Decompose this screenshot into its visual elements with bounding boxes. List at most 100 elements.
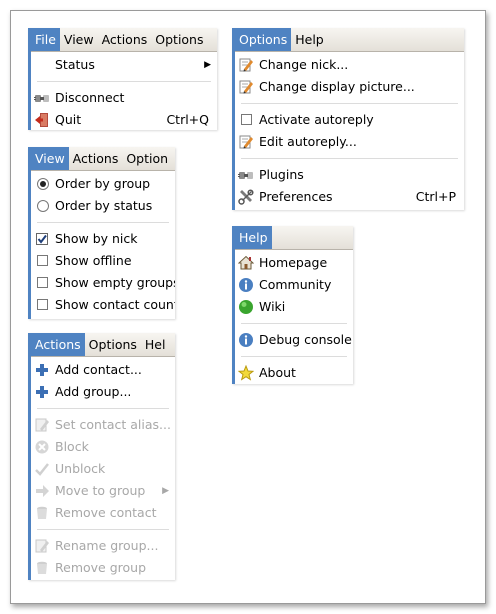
menu-item-disconnect[interactable]: Disconnect [31, 87, 217, 109]
quit-icon [34, 112, 50, 128]
menu-item-label: Plugins [259, 167, 304, 182]
menu-item-label: Order by status [55, 198, 153, 213]
menu-item-label: Move to group [55, 483, 146, 498]
checkbox[interactable] [37, 255, 48, 266]
menu-item-label: Status [55, 57, 95, 72]
menubar: Options Help [235, 28, 464, 52]
menubar-options[interactable]: Option [122, 147, 172, 170]
menu-item-move-to-group[interactable]: Move to group ▶ [31, 480, 175, 502]
menubar-actions[interactable]: Actions [69, 147, 123, 170]
trash-icon [34, 560, 50, 576]
menu-item-activate-autoreply[interactable]: Activate autoreply [235, 109, 464, 131]
menu-item-add-group[interactable]: Add group... [31, 381, 175, 403]
submenu-arrow-icon: ▶ [162, 486, 169, 496]
menu-item-label: Preferences [259, 189, 333, 204]
menu-item-show-offline[interactable]: Show offline [31, 250, 175, 272]
menubar-actions[interactable]: Actions [31, 333, 85, 356]
tools-icon [238, 189, 254, 205]
radio-unselected[interactable] [37, 200, 49, 212]
menubar: Actions Options Hel [31, 333, 175, 357]
menu-item-order-by-status[interactable]: Order by status [31, 195, 175, 217]
menu-item-label: Add contact... [55, 362, 142, 377]
menu-item-wiki[interactable]: Wiki [235, 296, 353, 318]
menu-item-order-by-group[interactable]: Order by group [31, 173, 175, 195]
plugin-icon [238, 167, 254, 183]
menubar: Help [235, 226, 353, 250]
menu-item-show-contact-count[interactable]: Show contact count [31, 294, 175, 316]
checked-checkbox-icon[interactable] [34, 231, 50, 247]
menu-item-label: About [259, 365, 296, 380]
menu-item-unblock[interactable]: Unblock [31, 458, 175, 480]
menu-item-show-empty-groups[interactable]: Show empty groups [31, 272, 175, 294]
submenu-arrow-icon: ▶ [204, 60, 211, 70]
checkbox[interactable] [37, 299, 48, 310]
menu-item-change-display-picture[interactable]: Change display picture... [235, 76, 464, 98]
menubar-actions[interactable]: Actions [98, 28, 152, 51]
menubar-options[interactable]: Options [151, 28, 207, 51]
shortcut-label: Ctrl+P [415, 189, 456, 204]
green-circle-icon [238, 299, 254, 315]
menubar: File View Actions Options [31, 28, 217, 52]
menu-item-remove-contact[interactable]: Remove contact [31, 502, 175, 524]
menu-item-label: Block [55, 439, 89, 454]
menu-item-label: Order by group [55, 176, 151, 191]
menu-item-label: Wiki [259, 299, 286, 314]
menubar-help[interactable]: Hel [141, 333, 170, 356]
home-icon [238, 255, 254, 271]
help-menu: Help Homepage Community Wiki Debug conso… [232, 226, 353, 384]
menubar-view[interactable]: View [31, 147, 69, 170]
menubar-file[interactable]: File [31, 28, 60, 51]
separator [241, 158, 458, 159]
menu-item-show-by-nick[interactable]: Show by nick [31, 228, 175, 250]
menu-item-status[interactable]: Status ▶ [31, 54, 217, 76]
menubar-help[interactable]: Help [291, 28, 328, 51]
menu-item-change-nick[interactable]: Change nick... [235, 54, 464, 76]
disconnect-icon [34, 90, 50, 106]
menu-item-homepage[interactable]: Homepage [235, 252, 353, 274]
menubar-view[interactable]: View [60, 28, 98, 51]
checkbox[interactable] [241, 114, 252, 125]
separator [37, 408, 169, 409]
menu-item-add-contact[interactable]: Add contact... [31, 359, 175, 381]
block-icon [34, 439, 50, 455]
move-arrow-icon [34, 483, 50, 499]
menubar-options[interactable]: Options [85, 333, 141, 356]
menu-item-label: Edit autoreply... [259, 134, 357, 149]
menu-item-block[interactable]: Block [31, 436, 175, 458]
edit-icon [238, 57, 254, 73]
separator [241, 323, 347, 324]
menu-item-quit[interactable]: Quit Ctrl+Q [31, 109, 217, 130]
menubar-help[interactable]: Help [235, 226, 272, 249]
file-menu: File View Actions Options Status ▶ Disco… [28, 28, 217, 130]
menu-item-label: Unblock [55, 461, 106, 476]
menu-item-label: Remove contact [55, 505, 157, 520]
menu-item-label: Set contact alias... [55, 417, 171, 432]
checkbox[interactable] [37, 277, 48, 288]
options-menu: Options Help Change nick... Change displ… [232, 28, 464, 210]
separator [241, 356, 347, 357]
menu-item-label: Community [259, 277, 332, 292]
menubar-options[interactable]: Options [235, 28, 292, 51]
plus-icon [34, 384, 50, 400]
info-icon [238, 277, 254, 293]
menu-item-debug-console[interactable]: Debug console [235, 329, 353, 351]
menu-item-preferences[interactable]: Preferences Ctrl+P [235, 186, 464, 208]
trash-icon [34, 505, 50, 521]
menu-item-about[interactable]: About [235, 362, 353, 384]
menu-item-label: Show empty groups [55, 275, 175, 290]
menu-item-label: Show by nick [55, 231, 138, 246]
plus-icon [34, 362, 50, 378]
radio-selected[interactable] [37, 178, 49, 190]
separator [241, 103, 458, 104]
menu-item-plugins[interactable]: Plugins [235, 164, 464, 186]
menu-item-remove-group[interactable]: Remove group [31, 557, 175, 579]
menu-item-label: Disconnect [55, 90, 125, 105]
edit-icon [34, 417, 50, 433]
menubar: View Actions Option [31, 147, 175, 171]
menu-item-rename-group[interactable]: Rename group... [31, 535, 175, 557]
menu-item-label: Remove group [55, 560, 147, 575]
menu-item-community[interactable]: Community [235, 274, 353, 296]
menu-item-edit-autoreply[interactable]: Edit autoreply... [235, 131, 464, 153]
menu-item-set-contact-alias[interactable]: Set contact alias... [31, 414, 175, 436]
separator [37, 222, 169, 223]
